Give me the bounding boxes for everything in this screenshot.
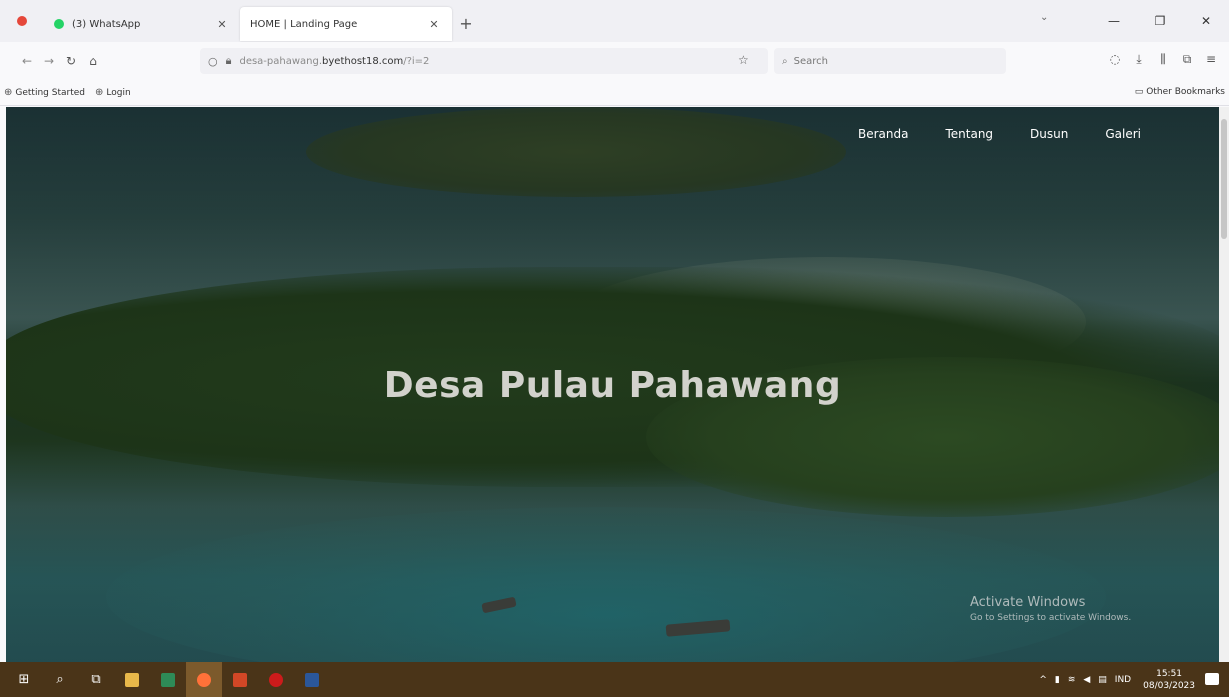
page-scrollbar[interactable] [1219, 107, 1229, 662]
watermark-title: Activate Windows [970, 595, 1086, 610]
reload-icon[interactable]: ↻ [60, 54, 82, 68]
firefox-icon [197, 672, 211, 687]
close-icon[interactable]: ✕ [214, 18, 230, 31]
library-icon[interactable]: ⫼ [1151, 52, 1175, 67]
landing-page: Beranda Tentang Dusun Galeri Desa Pulau … [6, 107, 1219, 662]
clock-date: 08/03/2023 [1143, 680, 1195, 691]
excel-icon [161, 672, 175, 687]
nav-beranda[interactable]: Beranda [858, 127, 908, 141]
close-window-icon[interactable]: ✕ [1183, 14, 1229, 28]
tab-title: (3) WhatsApp [72, 18, 141, 30]
clock-time: 15:51 [1156, 668, 1183, 679]
taskbar-word[interactable] [294, 662, 330, 697]
new-tab-button[interactable]: + [452, 14, 480, 33]
hero-background-reef [106, 507, 1106, 662]
search-icon: ⌕ [782, 55, 788, 67]
network-icon[interactable]: ≋ [1068, 675, 1076, 685]
watermark-subtitle: Go to Settings to activate Windows. [970, 613, 1132, 623]
url-prefix: desa-pahawang. [239, 55, 323, 67]
bookmarks-bar: ⊕ Getting Started ⊕ Login ▭ Other Bookma… [0, 80, 1229, 106]
taskbar-file-explorer[interactable] [114, 662, 150, 697]
forward-icon[interactable]: → [38, 54, 60, 68]
window-controls: — ❐ ✕ [1091, 0, 1229, 42]
task-view-button[interactable]: ⧉ [78, 662, 114, 697]
bookmark-login[interactable]: ⊕ Login [95, 87, 131, 98]
url-domain: byethost18.com [322, 55, 404, 67]
word-icon [305, 672, 319, 687]
close-icon[interactable]: ✕ [426, 18, 442, 31]
url-suffix: /?i=2 [403, 55, 430, 67]
menu-icon[interactable]: ≡ [1199, 52, 1223, 67]
shield-icon: ○ [208, 54, 218, 68]
extensions-icon[interactable]: ⧉ [1175, 52, 1199, 67]
folder-icon [125, 672, 139, 687]
language-indicator[interactable]: IND [1115, 675, 1131, 685]
firefox-icon [17, 16, 27, 26]
taskbar-firefox[interactable] [186, 662, 222, 697]
scrollbar-thumb[interactable] [1221, 119, 1227, 239]
site-nav: Beranda Tentang Dusun Galeri [821, 127, 1141, 141]
address-bar[interactable]: ○ 🔒︎ desa-pahawang. byethost18.com /?i=2 [200, 48, 768, 74]
taskbar-powerpoint[interactable] [222, 662, 258, 697]
bookmark-label: Login [106, 87, 131, 98]
battery-icon[interactable]: ▮ [1055, 675, 1060, 685]
globe-icon: ⊕ [4, 87, 13, 98]
folder-icon: ▭ [1134, 87, 1144, 97]
start-button[interactable]: ⊞ [6, 662, 42, 697]
screen: (3) WhatsApp ✕ HOME | Landing Page ✕ + ⌄… [0, 0, 1229, 697]
nav-toolbar: ← → ↻ ⌂ ○ 🔒︎ desa-pahawang. byethost18.c… [0, 42, 1229, 80]
bookmark-star-icon[interactable]: ☆ [738, 53, 749, 67]
powerpoint-icon [233, 672, 247, 687]
back-icon[interactable]: ← [16, 54, 38, 68]
tab-bar: (3) WhatsApp ✕ HOME | Landing Page ✕ + ⌄… [0, 0, 1229, 42]
clock[interactable]: 15:51 08/03/2023 [1143, 668, 1195, 692]
search-icon: ⌕ [56, 672, 64, 687]
globe-icon: ⊕ [94, 87, 104, 98]
search-bar[interactable]: ⌕ Search [774, 48, 1006, 74]
lock-icon: 🔒︎ [225, 54, 232, 67]
tab-whatsapp[interactable]: (3) WhatsApp ✕ [44, 7, 240, 41]
taskbar-search[interactable]: ⌕ [42, 662, 78, 697]
tab-list-chevron-icon[interactable]: ⌄ [1040, 12, 1048, 23]
toolbar-icons: ◌ ⤓ ⫼ ⧉ ≡ [1103, 52, 1223, 67]
nav-tentang[interactable]: Tentang [945, 127, 993, 141]
tab-title: HOME | Landing Page [250, 18, 358, 30]
firefox-menu[interactable] [0, 16, 44, 26]
restore-icon[interactable]: ❐ [1137, 14, 1183, 28]
bookmark-getting-started[interactable]: ⊕ Getting Started [4, 87, 85, 98]
system-tray: ^ ▮ ≋ ◀ ▤ IND 15:51 08/03/2023 [1031, 662, 1195, 697]
pocket-icon[interactable]: ◌ [1103, 52, 1127, 67]
whatsapp-icon [54, 19, 64, 29]
hero-title: Desa Pulau Pahawang [383, 365, 842, 406]
taskbar-opera[interactable] [258, 662, 294, 697]
activate-windows-watermark: Activate Windows Go to Settings to activ… [970, 595, 1131, 623]
notification-icon[interactable] [1205, 673, 1219, 685]
other-bookmarks-label: Other Bookmarks [1146, 87, 1225, 97]
opera-icon [269, 672, 283, 687]
search-placeholder: Search [793, 55, 828, 67]
downloads-icon[interactable]: ⤓ [1127, 52, 1151, 67]
hero-background-island [306, 107, 846, 197]
minimize-icon[interactable]: — [1091, 14, 1137, 28]
windows-icon: ⊞ [18, 672, 30, 687]
nav-galeri[interactable]: Galeri [1105, 127, 1141, 141]
home-icon[interactable]: ⌂ [82, 54, 104, 68]
other-bookmarks[interactable]: ▭ Other Bookmarks [1135, 87, 1225, 97]
tab-landing-page[interactable]: HOME | Landing Page ✕ [240, 7, 452, 41]
windows-taskbar: ⊞ ⌕ ⧉ ^ ▮ ≋ ◀ ▤ IND 15:51 08/03/2023 [0, 662, 1229, 697]
bookmark-label: Getting Started [15, 87, 85, 98]
volume-icon[interactable]: ◀ [1083, 675, 1090, 685]
keyboard-icon[interactable]: ▤ [1098, 675, 1107, 685]
taskbar-excel[interactable] [150, 662, 186, 697]
chevron-up-icon[interactable]: ^ [1039, 675, 1047, 685]
task-view-icon: ⧉ [91, 672, 101, 687]
nav-dusun[interactable]: Dusun [1030, 127, 1068, 141]
